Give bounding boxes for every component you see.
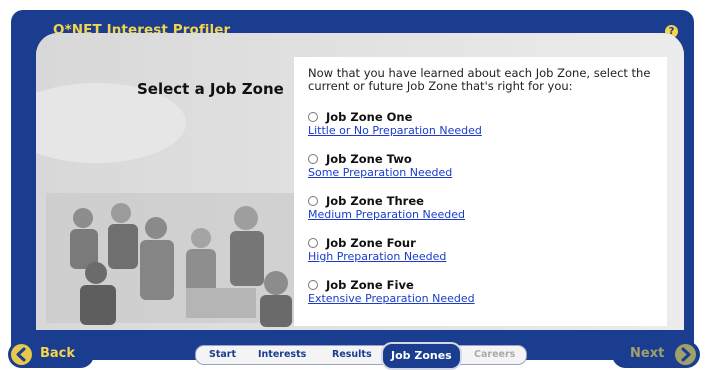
radio-button[interactable] [308, 280, 318, 290]
job-zone-radio-row[interactable]: Job Zone One [308, 110, 482, 124]
radio-button[interactable] [308, 238, 318, 248]
radio-button[interactable] [308, 112, 318, 122]
job-zone-radio-row[interactable]: Job Zone Two [308, 152, 452, 166]
section-nav: Start Interests Results Job Zones Career… [195, 342, 527, 370]
back-label: Back [40, 346, 76, 361]
radio-button[interactable] [308, 154, 318, 164]
job-zone-panel: Now that you have learned about each Job… [294, 57, 667, 326]
tab-job-zones[interactable]: Job Zones [381, 342, 462, 370]
job-zone-radio-row[interactable]: Job Zone Four [308, 236, 446, 250]
job-zone-link[interactable]: Some Preparation Needed [308, 166, 452, 179]
radio-button[interactable] [308, 196, 318, 206]
job-zone-option: Job Zone Four High Preparation Needed [308, 236, 446, 263]
tab-interests[interactable]: Interests [258, 346, 306, 364]
job-zone-radio-row[interactable]: Job Zone Three [308, 194, 465, 208]
job-zone-label: Job Zone Four [326, 236, 416, 250]
intro-text: Now that you have learned about each Job… [308, 66, 651, 93]
job-zone-label: Job Zone Two [326, 152, 412, 166]
job-zone-label: Job Zone One [326, 110, 413, 124]
content-area: Select a Job Zone Now that you have lear… [36, 33, 684, 330]
job-zone-link[interactable]: Extensive Preparation Needed [308, 292, 475, 305]
arrow-right-icon [675, 344, 696, 365]
job-zone-radio-row[interactable]: Job Zone Five [308, 278, 475, 292]
job-zone-link[interactable]: Medium Preparation Needed [308, 208, 465, 221]
tab-results[interactable]: Results [332, 346, 372, 364]
job-zone-label: Job Zone Five [326, 278, 414, 292]
job-zone-option: Job Zone Three Medium Preparation Needed [308, 194, 465, 221]
job-zone-option: Job Zone Two Some Preparation Needed [308, 152, 452, 179]
job-zone-option: Job Zone One Little or No Preparation Ne… [308, 110, 482, 137]
tab-start[interactable]: Start [209, 346, 236, 364]
job-zone-link[interactable]: High Preparation Needed [308, 250, 446, 263]
tab-careers: Careers [474, 349, 516, 360]
job-zone-label: Job Zone Three [326, 194, 424, 208]
page-title: Select a Job Zone [137, 80, 284, 98]
back-button[interactable]: Back [8, 341, 94, 368]
job-zone-link[interactable]: Little or No Preparation Needed [308, 124, 482, 137]
arrow-left-icon [11, 344, 32, 365]
job-zone-option: Job Zone Five Extensive Preparation Need… [308, 278, 475, 305]
next-label: Next [630, 346, 665, 361]
next-button[interactable]: Next [612, 341, 700, 368]
